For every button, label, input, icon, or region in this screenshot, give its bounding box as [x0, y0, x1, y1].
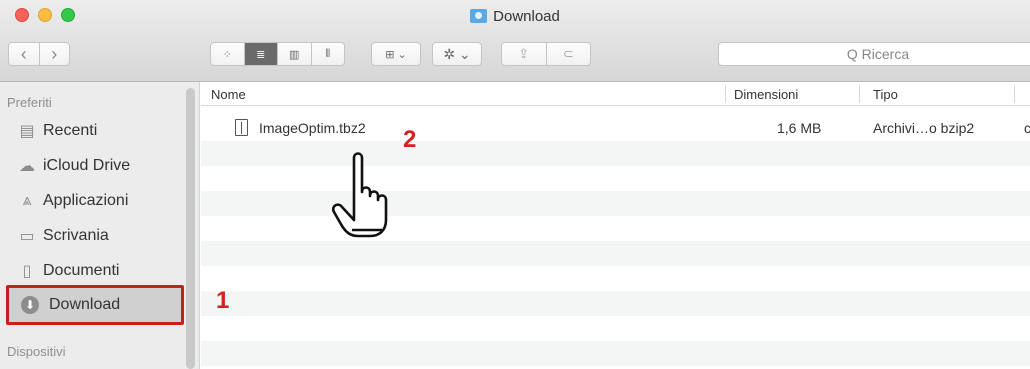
title-bar: Download ‹ › ⁘ ≣ ▥ ⫴ ⊞ ⌄ ✲ ⌄ ⇪ ⊂ Q Ricer… — [0, 0, 1030, 82]
table-row — [201, 316, 1030, 341]
column-size[interactable]: Dimensioni — [734, 87, 798, 102]
file-name: ImageOptim.tbz2 — [259, 120, 366, 136]
back-button[interactable]: ‹ — [9, 43, 39, 65]
recents-icon: ▤ — [19, 123, 35, 140]
sidebar-item-label: Applicazioni — [43, 192, 129, 209]
column-kind[interactable]: Tipo — [873, 87, 898, 102]
sidebar-item-applicazioni[interactable]: ⩓ Applicazioni — [15, 186, 128, 216]
sidebar-item-label: Download — [49, 296, 121, 313]
column-divider[interactable] — [859, 85, 860, 103]
sidebar-item-label: Scrivania — [43, 227, 109, 244]
navigation-buttons: ‹ › — [8, 42, 70, 66]
download-folder-icon — [470, 9, 488, 23]
table-row — [201, 141, 1030, 166]
table-row — [201, 191, 1030, 216]
list-view-button[interactable]: ≣ — [243, 43, 277, 65]
sidebar-item-icloud-drive[interactable]: ☁ iCloud Drive — [15, 151, 130, 181]
forward-button[interactable]: › — [38, 43, 70, 65]
file-list: Nome Dimensioni Tipo ImageOptim.tbz2 1,6… — [201, 82, 1030, 369]
table-row[interactable]: ImageOptim.tbz2 1,6 MB Archivi…o bzip2 c — [201, 116, 1030, 141]
sidebar-item-download[interactable]: ⬇ Download — [6, 285, 184, 325]
table-row — [201, 341, 1030, 366]
icon-view-button[interactable]: ⁘ — [211, 43, 244, 65]
sidebar-item-label: iCloud Drive — [43, 157, 131, 174]
favorites-heading: Preferiti — [7, 95, 52, 110]
pointing-hand-cursor-icon — [332, 152, 388, 238]
cover-flow-button[interactable]: ⫴ — [310, 43, 345, 65]
sidebar-item-label: Documenti — [43, 262, 120, 279]
desktop-icon: ▭ — [19, 228, 35, 245]
sidebar-item-documenti[interactable]: ▯ Documenti — [15, 256, 120, 286]
share-button[interactable]: ⇪ — [502, 43, 546, 65]
sidebar-item-recenti[interactable]: ▤ Recenti — [15, 116, 97, 146]
table-row — [201, 291, 1030, 316]
documents-icon: ▯ — [22, 263, 32, 280]
column-header: Nome Dimensioni Tipo — [201, 82, 1030, 106]
applications-icon: ⩓ — [22, 192, 32, 209]
view-mode-buttons: ⁘ ≣ ▥ ⫴ — [210, 42, 345, 66]
download-icon: ⬇ — [21, 296, 39, 314]
search-input[interactable]: Q Ricerca — [718, 42, 1030, 66]
sidebar-item-scrivania[interactable]: ▭ Scrivania — [15, 221, 109, 251]
tag-button[interactable]: ⊂ — [545, 43, 591, 65]
file-kind: Archivi…o bzip2 — [873, 120, 975, 136]
devices-heading: Dispositivi — [7, 344, 66, 359]
arrange-button[interactable]: ⊞ ⌄ — [371, 42, 421, 66]
table-row — [201, 216, 1030, 241]
column-name[interactable]: Nome — [211, 87, 246, 102]
sidebar-item-label: Recenti — [43, 122, 98, 139]
column-view-button[interactable]: ▥ — [277, 43, 311, 65]
table-row — [201, 266, 1030, 291]
window-title: Download — [0, 8, 1030, 25]
column-divider[interactable] — [1014, 85, 1015, 103]
file-size: 1,6 MB — [777, 120, 822, 136]
cloud-icon: ☁ — [19, 158, 35, 175]
sidebar: Preferiti ▤ Recenti ☁ iCloud Drive ⩓ App… — [0, 82, 200, 369]
file-extra: c — [1024, 120, 1030, 136]
share-tag-buttons: ⇪ ⊂ — [501, 42, 591, 66]
action-gear-button[interactable]: ✲ ⌄ — [432, 42, 482, 66]
file-icon — [235, 119, 248, 136]
table-row — [201, 241, 1030, 266]
table-row — [201, 166, 1030, 191]
column-divider[interactable] — [725, 85, 726, 103]
sidebar-scrollbar[interactable] — [186, 88, 195, 369]
annotation-step-1: 1 — [216, 287, 230, 314]
